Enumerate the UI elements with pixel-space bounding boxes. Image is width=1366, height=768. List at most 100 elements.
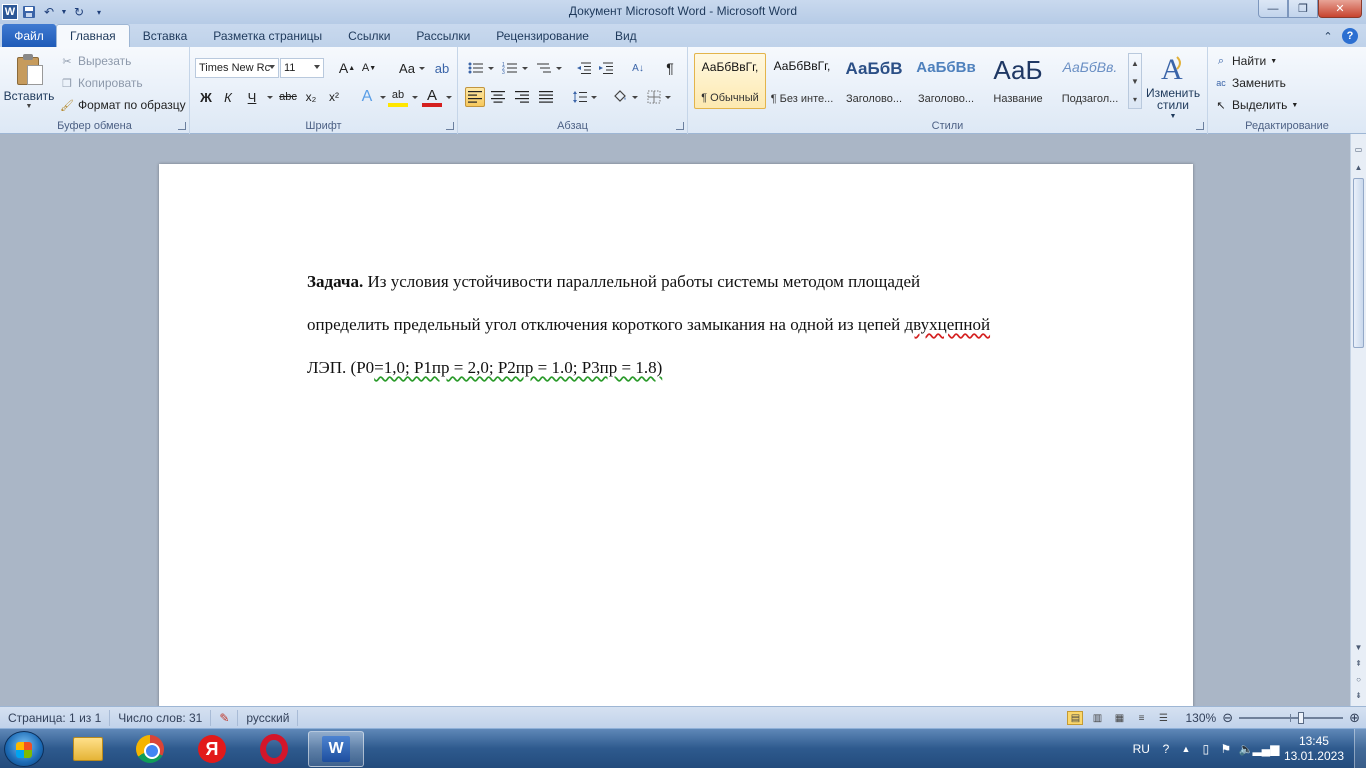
underline-button[interactable]: Ч: [242, 87, 262, 107]
previous-page-icon[interactable]: ⇞: [1351, 656, 1366, 670]
bold-button[interactable]: Ж: [196, 87, 216, 107]
justify-icon[interactable]: [536, 87, 556, 107]
styles-gallery-scroll[interactable]: ▲ ▼ ▾: [1128, 53, 1142, 109]
shrink-font-button[interactable]: A ▼: [359, 58, 379, 78]
style-title[interactable]: АаБ Название: [982, 53, 1054, 109]
increase-indent-icon[interactable]: [596, 58, 616, 78]
undo-icon[interactable]: ↶: [40, 3, 58, 21]
zoom-in-icon[interactable]: ⊕: [1349, 710, 1360, 726]
customize-qat-icon[interactable]: ▾: [90, 3, 108, 21]
align-center-icon[interactable]: [488, 87, 508, 107]
clear-formatting-icon[interactable]: ab: [432, 58, 452, 78]
tab-page-layout[interactable]: Разметка страницы: [200, 24, 335, 47]
next-page-icon[interactable]: ⇟: [1351, 688, 1366, 702]
font-color-button[interactable]: A: [422, 87, 442, 107]
start-button[interactable]: [4, 731, 44, 767]
grow-font-button[interactable]: A ▲: [337, 58, 357, 78]
tab-home[interactable]: Главная: [56, 24, 130, 47]
font-name-combo[interactable]: Times New Rc: [195, 58, 279, 78]
show-formatting-marks-button[interactable]: ¶: [660, 58, 680, 78]
tab-file[interactable]: Файл: [2, 24, 56, 47]
chevron-up-icon[interactable]: ▲: [1131, 59, 1139, 68]
bullets-icon[interactable]: [466, 58, 486, 78]
font-size-combo[interactable]: 11: [280, 58, 324, 78]
style-no-spacing[interactable]: АаБбВвГг, ¶ Без инте...: [766, 53, 838, 109]
text-effects-button[interactable]: A: [357, 87, 377, 107]
tray-overflow-icon[interactable]: ▲: [1176, 739, 1196, 759]
tab-references[interactable]: Ссылки: [335, 24, 403, 47]
zoom-slider-knob[interactable]: [1298, 712, 1305, 724]
shading-icon[interactable]: [610, 87, 630, 107]
collapse-ribbon-icon[interactable]: ⌃: [1320, 28, 1336, 44]
change-styles-button[interactable]: A Изменить стили ▼: [1146, 53, 1200, 123]
flag-icon[interactable]: ⚑: [1216, 739, 1236, 759]
minimize-button[interactable]: —: [1258, 0, 1288, 18]
full-screen-reading-icon[interactable]: ▥: [1089, 711, 1105, 725]
paragraph-launcher-icon[interactable]: [676, 122, 684, 130]
superscript-button[interactable]: x²: [324, 87, 344, 107]
font-launcher-icon[interactable]: [446, 122, 454, 130]
document-page[interactable]: Задача. Из условия устойчивости параллел…: [159, 164, 1193, 706]
browse-object-icon[interactable]: ○: [1351, 672, 1366, 686]
borders-icon[interactable]: [644, 87, 664, 107]
chevron-down-icon[interactable]: ▼: [1131, 77, 1139, 86]
taskbar-explorer[interactable]: [60, 731, 116, 767]
change-case-button[interactable]: Aa: [394, 58, 420, 78]
scroll-up-icon[interactable]: ▲: [1351, 160, 1366, 174]
multilevel-list-icon[interactable]: [534, 58, 554, 78]
maximize-button[interactable]: ❐: [1288, 0, 1318, 18]
format-painter-button[interactable]: 🖌 Формат по образцу: [60, 96, 186, 114]
decrease-indent-icon[interactable]: [574, 58, 594, 78]
vertical-scrollbar[interactable]: ▭ ▲ ▼ ⇞ ○ ⇟: [1350, 134, 1366, 706]
redo-icon[interactable]: ↻: [70, 3, 88, 21]
tab-view[interactable]: Вид: [602, 24, 650, 47]
document-text[interactable]: Задача. Из условия устойчивости параллел…: [307, 260, 1107, 389]
zoom-level[interactable]: 130%: [1185, 711, 1216, 725]
find-button[interactable]: ⌕ Найти ▼: [1214, 52, 1277, 70]
italic-button[interactable]: К: [218, 87, 238, 107]
language-bar[interactable]: RU: [1127, 742, 1156, 756]
zoom-slider[interactable]: [1239, 711, 1344, 725]
style-heading-2[interactable]: АаБбВв Заголово...: [910, 53, 982, 109]
help-icon[interactable]: ?: [1342, 28, 1358, 44]
style-subtitle[interactable]: АаБбВв. Подзагол...: [1054, 53, 1126, 109]
sort-icon[interactable]: A↓: [628, 58, 648, 78]
document-area[interactable]: Задача. Из условия устойчивости параллел…: [0, 134, 1350, 706]
tab-mailings[interactable]: Рассылки: [403, 24, 483, 47]
scroll-thumb[interactable]: [1353, 178, 1364, 348]
scroll-down-icon[interactable]: ▼: [1351, 640, 1366, 654]
taskbar-word[interactable]: W: [308, 731, 364, 767]
cut-button[interactable]: ✂ Вырезать: [60, 52, 131, 70]
more-styles-icon[interactable]: ▾: [1133, 95, 1137, 104]
highlight-button[interactable]: ab: [388, 87, 408, 107]
style-normal[interactable]: АаБбВвГг, ¶ Обычный: [694, 53, 766, 109]
subscript-button[interactable]: x₂: [301, 87, 321, 107]
word-app-icon[interactable]: W: [2, 4, 18, 20]
strikethrough-button[interactable]: abc: [278, 87, 298, 107]
tab-review[interactable]: Рецензирование: [483, 24, 602, 47]
style-heading-1[interactable]: АаБбВ Заголово...: [838, 53, 910, 109]
taskbar-opera[interactable]: [246, 731, 302, 767]
align-left-icon[interactable]: [465, 87, 485, 107]
numbering-icon[interactable]: 123: [500, 58, 520, 78]
tab-insert[interactable]: Вставка: [130, 24, 201, 47]
web-layout-icon[interactable]: ▦: [1111, 711, 1127, 725]
ruler-toggle-icon[interactable]: ▭: [1351, 142, 1366, 156]
proofing-icon[interactable]: ✎: [211, 709, 239, 726]
clock[interactable]: 13:45 13.01.2023: [1276, 734, 1354, 764]
taskbar-chrome[interactable]: [122, 731, 178, 767]
select-button[interactable]: ↖ Выделить ▼: [1214, 96, 1298, 114]
help-tray-icon[interactable]: ?: [1156, 739, 1176, 759]
outline-icon[interactable]: ≡: [1133, 711, 1149, 725]
close-button[interactable]: ✕: [1318, 0, 1362, 18]
word-count[interactable]: Число слов: 31: [110, 709, 212, 726]
paste-button[interactable]: Вставить ▼: [4, 51, 54, 115]
network-icon[interactable]: ▂▄▆: [1252, 739, 1279, 759]
styles-launcher-icon[interactable]: [1196, 122, 1204, 130]
misspelled-word[interactable]: двухцепной: [905, 315, 991, 334]
copy-button[interactable]: ❐ Копировать: [60, 74, 143, 92]
replace-button[interactable]: ac Заменить: [1214, 74, 1286, 92]
align-right-icon[interactable]: [512, 87, 532, 107]
save-icon[interactable]: [20, 3, 38, 21]
zoom-out-icon[interactable]: ⊖: [1222, 710, 1233, 726]
